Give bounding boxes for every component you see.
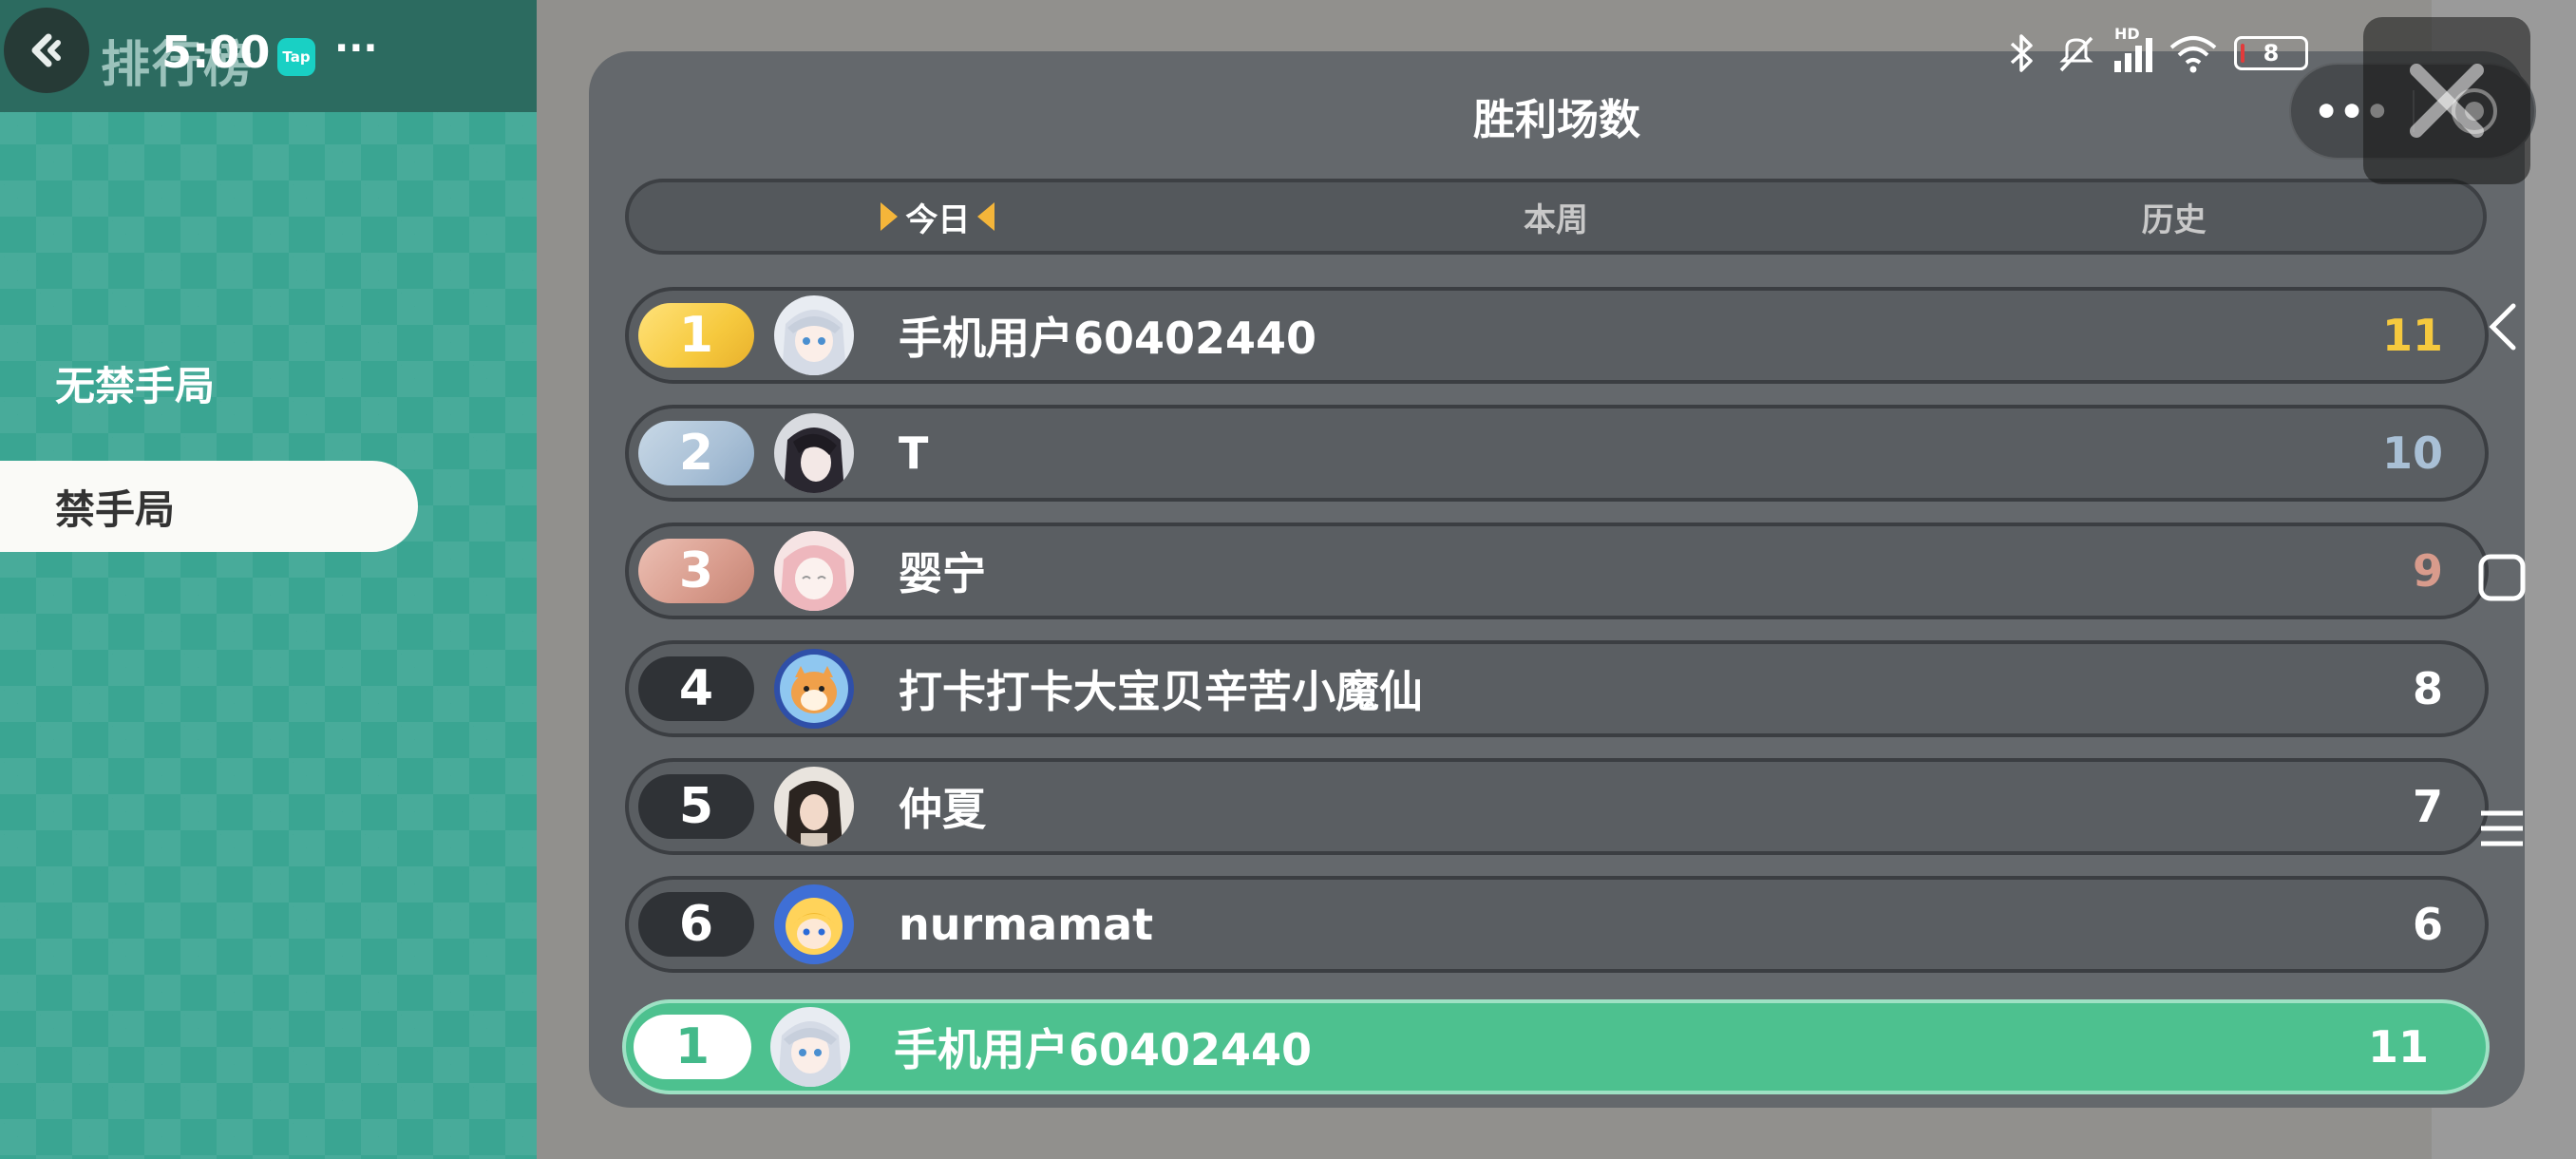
tab-today[interactable]: 今日 <box>629 182 1247 251</box>
win-count: 10 <box>2381 428 2443 479</box>
tab-week[interactable]: 本周 <box>1247 182 1866 251</box>
rank-badge: 4 <box>638 656 754 721</box>
win-count: 9 <box>2412 545 2443 597</box>
avatar <box>774 295 854 375</box>
player-name: T <box>899 428 929 479</box>
leaderboard-row[interactable]: 6 nurmamat 6 <box>625 876 2489 973</box>
close-icon <box>2410 64 2484 138</box>
back-button[interactable] <box>4 8 89 93</box>
arrow-left-icon <box>977 202 995 231</box>
tab-history[interactable]: 历史 <box>1865 182 2483 251</box>
nav-back-button[interactable] <box>2473 298 2530 355</box>
avatar <box>774 531 854 611</box>
leaderboard-row[interactable]: 5 仲夏 7 <box>625 758 2489 855</box>
avatar <box>774 767 854 846</box>
period-tabs: 今日 本周 历史 <box>625 179 2487 255</box>
back-arrow-icon <box>31 33 61 67</box>
leaderboard-row[interactable]: 3 婴宁 9 <box>625 522 2489 619</box>
square-icon <box>2478 554 2526 601</box>
rank-badge: 1 <box>638 303 754 368</box>
player-name: 手机用户60402440 <box>894 1024 1313 1075</box>
rank-badge: 5 <box>638 774 754 839</box>
leaderboard-row[interactable]: 4 打卡打卡大宝贝辛苦小魔仙 8 <box>625 640 2489 737</box>
leaderboard-panel: 胜利场数 今日 本周 历史 1 手机用户60402440 11 2 T 10 3 <box>589 51 2525 1108</box>
battery-level: 8 <box>2263 40 2280 66</box>
rank-badge: 2 <box>638 421 754 485</box>
player-name: nurmamat <box>899 899 1154 950</box>
leaderboard-title: 胜利场数 <box>1473 96 1640 144</box>
player-name: 打卡打卡大宝贝辛苦小魔仙 <box>899 666 1423 717</box>
win-count: 11 <box>2381 310 2443 361</box>
player-name: 手机用户60402440 <box>899 313 1317 364</box>
arrow-right-icon <box>881 202 899 231</box>
notification-more-icon: ··· <box>334 27 378 70</box>
wifi-icon <box>2169 36 2217 73</box>
my-rank-row[interactable]: 1 手机用户60402440 11 <box>622 999 2490 1094</box>
battery-icon: 8 <box>2234 36 2308 70</box>
menu-icon <box>2481 810 2523 846</box>
avatar <box>774 884 854 964</box>
win-count: 6 <box>2412 899 2443 950</box>
status-time: 5:00 <box>161 27 271 78</box>
mode-sidebar <box>0 0 537 1159</box>
avatar <box>774 649 854 729</box>
tab-label: 本周 <box>1524 200 1588 239</box>
mute-icon <box>2059 36 2093 72</box>
win-count: 8 <box>2412 663 2443 714</box>
leaderboard-row[interactable]: 2 T 10 <box>625 405 2489 502</box>
network-type-label: HD <box>2114 25 2140 43</box>
close-button[interactable] <box>2363 17 2530 184</box>
rank-badge: 3 <box>638 539 754 603</box>
rank-badge: 1 <box>634 1015 751 1079</box>
leaderboard-row[interactable]: 1 手机用户60402440 11 <box>625 287 2489 384</box>
chevron-left-icon <box>2489 303 2516 351</box>
mode-forbidden[interactable]: 禁手局 <box>0 461 418 552</box>
rank-badge: 6 <box>638 892 754 957</box>
tab-label: 历史 <box>2141 200 2207 239</box>
win-count: 11 <box>2367 1021 2429 1073</box>
avatar <box>770 1007 850 1087</box>
player-name: 婴宁 <box>899 548 986 599</box>
tab-label: 今日 <box>905 200 971 239</box>
bluetooth-icon <box>2010 34 2033 72</box>
mode-no-forbidden[interactable]: 无禁手局 <box>0 337 418 428</box>
top-bar: 排行榜 5:00 Tap ··· <box>0 0 537 112</box>
win-count: 7 <box>2412 781 2443 832</box>
avatar <box>774 413 854 493</box>
signal-icon: HD <box>2114 25 2152 72</box>
nav-home-button[interactable] <box>2473 549 2530 606</box>
taptap-icon: Tap <box>277 38 315 76</box>
nav-menu-button[interactable] <box>2473 800 2530 857</box>
status-icons: HD 8 <box>2004 25 2308 74</box>
player-name: 仲夏 <box>899 784 986 835</box>
